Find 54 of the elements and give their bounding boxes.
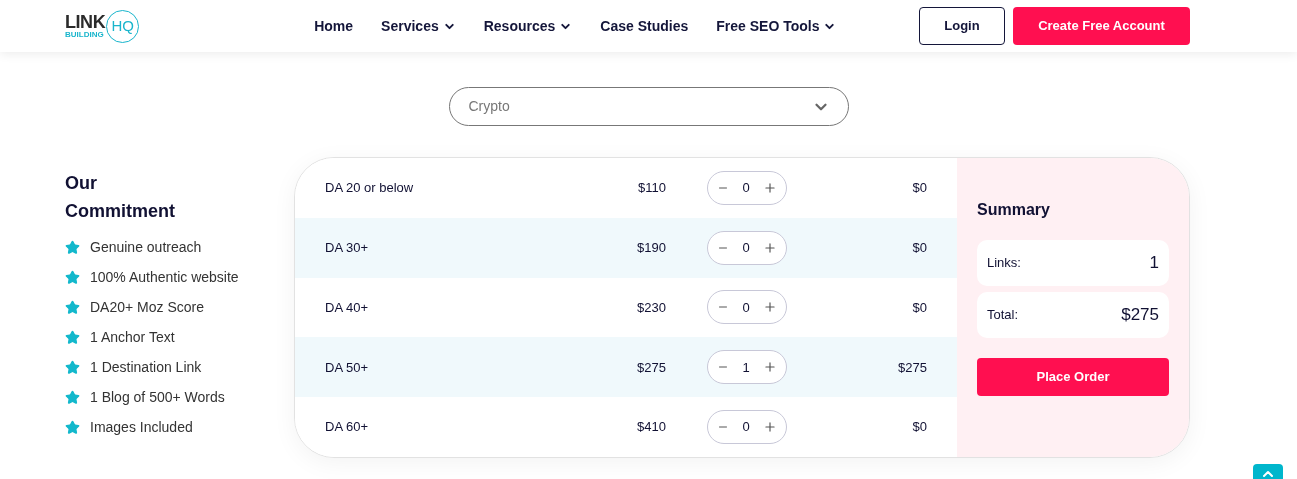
plus-icon[interactable] (763, 180, 777, 195)
star-icon (65, 389, 80, 405)
summary-value: 1 (1149, 252, 1159, 275)
summary-label: Links: (987, 254, 1021, 273)
package-name: DA 40+ (325, 298, 369, 317)
login-button[interactable]: Login (919, 7, 1005, 45)
package-name: DA 30+ (325, 238, 369, 257)
package-name: DA 50+ (325, 358, 369, 377)
commitment-item: 1 Anchor Text (90, 327, 175, 347)
star-icon (65, 329, 80, 345)
commitment-item: DA20+ Moz Score (90, 297, 204, 317)
plus-icon[interactable] (763, 300, 777, 315)
place-order-button[interactable]: Place Order (977, 358, 1169, 396)
nav-link[interactable]: Services (381, 15, 456, 37)
create-account-button[interactable]: Create Free Account (1013, 7, 1190, 45)
star-icon (65, 299, 80, 315)
commitment-item: Genuine outreach (90, 237, 202, 257)
commitment-item: 100% Authentic website (90, 267, 239, 287)
package-subtotal: $0 (912, 298, 927, 317)
commitment-item: 1 Destination Link (90, 357, 202, 377)
quantity-value[interactable]: 0 (742, 178, 750, 198)
quantity-value[interactable]: 0 (742, 417, 750, 437)
star-icon (65, 419, 80, 435)
nav-link[interactable]: Resources (483, 15, 573, 37)
plus-icon[interactable] (763, 420, 777, 435)
package-price: $410 (636, 418, 666, 437)
package-subtotal: $0 (912, 179, 927, 198)
commitment-item: 1 Blog of 500+ Words (90, 387, 225, 407)
summary-label: Total: (987, 306, 1019, 325)
package-price: $190 (636, 238, 666, 257)
nav-link[interactable]: Case Studies (600, 15, 689, 37)
commitment-item: Images Included (90, 417, 193, 437)
star-icon (65, 239, 80, 255)
package-subtotal: $0 (912, 238, 927, 257)
commitment-heading: Our Commitment (65, 172, 176, 223)
summary-value: $275 (1121, 304, 1159, 327)
plus-icon[interactable] (763, 360, 777, 375)
package-name: DA 20 or below (325, 179, 415, 198)
quantity-value[interactable]: 1 (742, 357, 750, 378)
package-price: $230 (636, 298, 666, 317)
package-price: $275 (636, 358, 666, 377)
package-name: DA 60+ (325, 418, 369, 437)
nav-link[interactable]: Home (314, 15, 354, 37)
logo[interactable]: LINK BUILDING HQ (65, 9, 140, 43)
package-subtotal: $0 (912, 418, 927, 437)
nav-link[interactable]: Free SEO Tools (716, 15, 837, 37)
quantity-value[interactable]: 0 (742, 237, 750, 258)
quantity-value[interactable]: 0 (742, 297, 750, 318)
summary-heading: Summary (977, 200, 1051, 220)
package-subtotal: $275 (898, 358, 927, 377)
package-price: $110 (637, 179, 666, 198)
star-icon (65, 269, 80, 285)
star-icon (65, 359, 80, 375)
plus-icon[interactable] (763, 240, 777, 255)
